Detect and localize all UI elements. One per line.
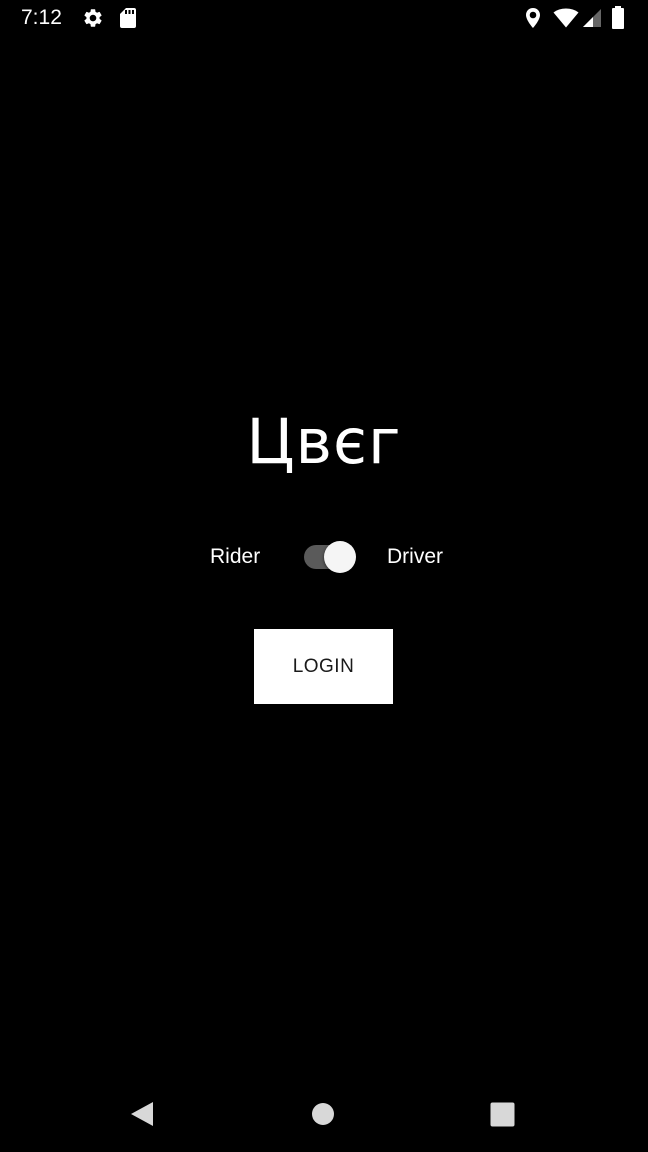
rider-label: Rider	[210, 545, 261, 568]
recents-icon[interactable]	[490, 1102, 515, 1127]
home-icon[interactable]	[311, 1102, 335, 1126]
driver-label: Driver	[387, 545, 443, 568]
settings-icon	[84, 9, 102, 27]
navigation-bar	[0, 1074, 648, 1152]
status-time: 7:12	[21, 6, 62, 29]
login-button[interactable]: LOGIN	[254, 629, 393, 704]
status-bar: 7:12	[0, 0, 648, 36]
signal-icon	[583, 9, 601, 27]
app-logo: Цвєг	[246, 405, 402, 478]
location-icon	[526, 8, 540, 28]
sd-card-icon	[120, 8, 136, 28]
wifi-icon	[553, 8, 579, 28]
rider-driver-switch[interactable]	[300, 538, 358, 576]
battery-icon	[612, 6, 624, 29]
switch-thumb[interactable]	[324, 541, 356, 573]
back-icon[interactable]	[129, 1100, 155, 1128]
